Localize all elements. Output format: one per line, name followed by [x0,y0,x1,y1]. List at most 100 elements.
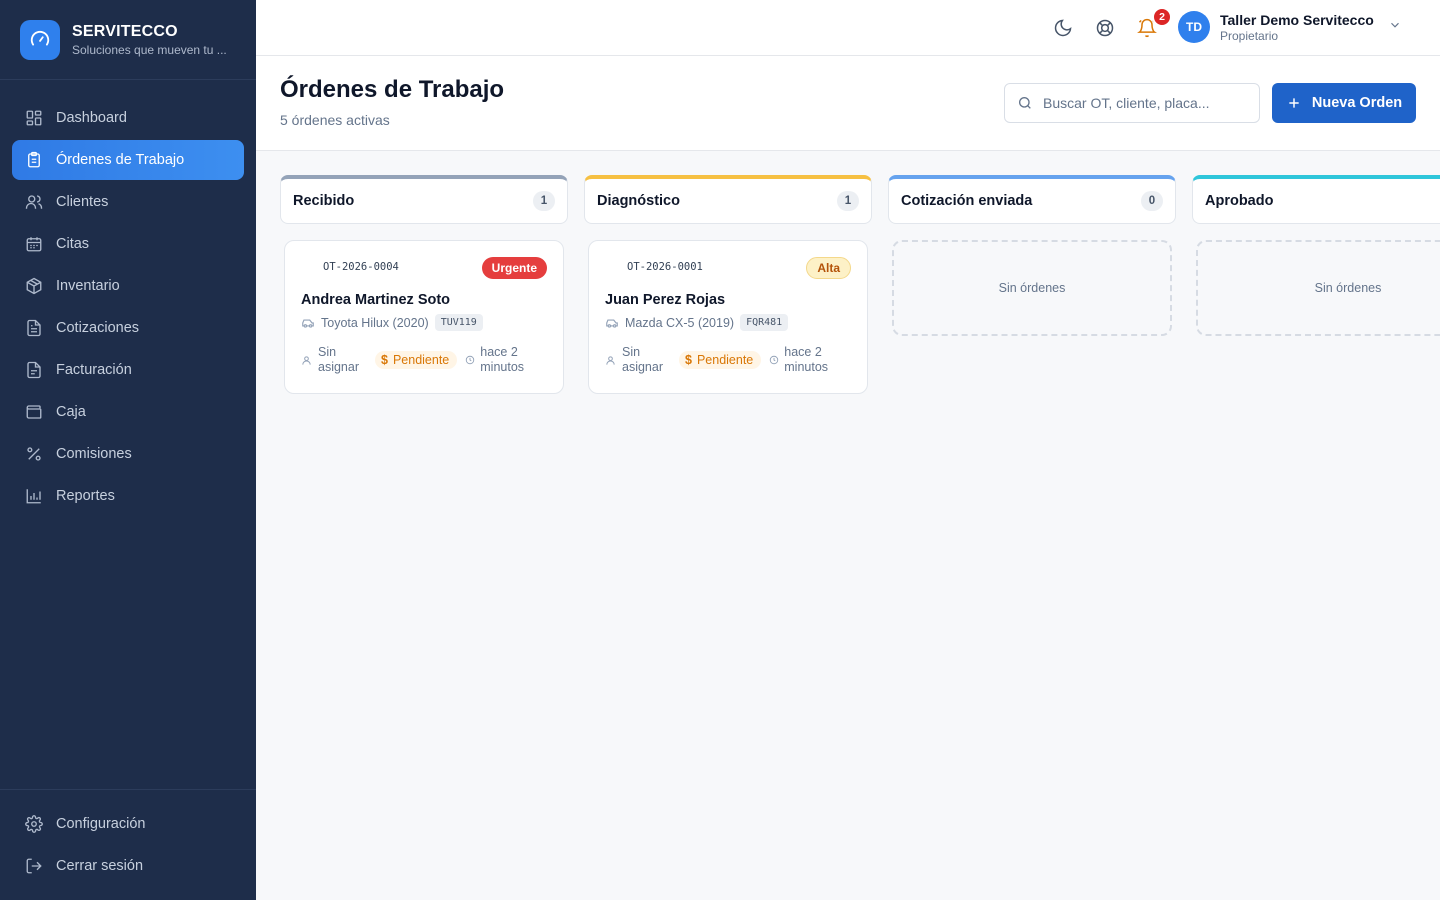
new-order-button[interactable]: Nueva Orden [1272,83,1416,123]
column-cotizacion-enviada: Cotización enviada 0 Sin órdenes [888,175,1176,336]
package-icon [24,276,44,296]
page-header: Órdenes de Trabajo 5 órdenes activas Nue… [256,56,1440,151]
sidebar-item-cotizaciones[interactable]: Cotizaciones [12,308,244,348]
client-name: Andrea Martinez Soto [301,292,451,308]
order-card[interactable]: OT-2026-0004 Urgente Andrea Martinez Sot… [284,240,564,394]
sidebar-item-label: Clientes [56,194,109,210]
sidebar-item-label: Comisiones [56,446,132,462]
search-input[interactable] [1043,95,1243,111]
sidebar-item-configuracion[interactable]: Configuración [12,804,244,844]
payment-status-badge: $ Pendiente [375,351,458,369]
sidebar-item-label: Órdenes de Trabajo [56,152,185,168]
column-header: Diagnóstico 1 [584,175,872,224]
sidebar-item-label: Citas [56,236,90,252]
search-box[interactable] [1004,83,1260,123]
payment-status: Pendiente [696,353,754,367]
sidebar-item-label: Facturación [56,362,132,378]
sidebar-bottom: Configuración Cerrar sesión [0,789,256,888]
page-subtitle: 5 órdenes activas [280,112,390,128]
column-count: 1 [533,191,555,211]
user-menu[interactable]: TD Taller Demo Servitecco Propietario [1178,11,1402,43]
bell-icon[interactable]: 2 [1135,7,1172,40]
sidebar-item-reportes[interactable]: Reportes [12,476,244,516]
plate-badge: FQR481 [740,314,789,331]
sidebar-item-label: Dashboard [56,110,127,126]
brand-name: SERVITECCO [72,22,178,40]
page-title: Órdenes de Trabajo [280,76,505,103]
brand[interactable]: SERVITECCO Soluciones que mueven tu ... [0,0,256,80]
user-icon [301,355,312,366]
sidebar: SERVITECCO Soluciones que mueven tu ... … [0,0,256,900]
column-count: 0 [1141,191,1163,211]
vehicle-name: Mazda CX-5 (2019) [625,315,735,330]
column-header: Recibido 1 [280,175,568,224]
clipboard-icon [24,150,44,170]
users-icon [24,192,44,212]
new-order-label: Nueva Orden [1311,95,1403,111]
kanban-board: Recibido 1 OT-2026-0004 Urgente Andrea M… [256,151,1440,900]
column-title: Recibido [293,193,355,209]
sidebar-item-label: Reportes [56,488,115,504]
column-count: 1 [837,191,859,211]
column-diagnostico: Diagnóstico 1 OT-2026-0001 Alta Juan Per… [584,175,872,394]
column-header: Aprobado [1192,175,1440,224]
dollar-icon: $ [685,353,692,367]
help-lifebuoy-icon[interactable] [1093,16,1117,40]
sidebar-item-label: Caja [56,404,86,420]
plate-badge: TUV119 [434,314,483,331]
user-icon [605,355,616,366]
speedometer-icon [20,19,60,60]
vehicle-info: Mazda CX-5 (2019) FQR481 [605,314,789,331]
assignee-text: Sin asignar [622,345,663,374]
sidebar-item-ordenes[interactable]: Órdenes de Trabajo [12,140,244,180]
sidebar-item-comisiones[interactable]: Comisiones [12,434,244,474]
order-code: OT-2026-0004 [323,261,399,273]
card-meta: Sin asignar $ Pendiente hace 2 minutos [605,345,840,375]
sidebar-nav: Dashboard Órdenes de Trabajo Clientes Ci… [0,80,256,516]
sidebar-item-facturacion[interactable]: Facturación [12,350,244,390]
order-card[interactable]: OT-2026-0001 Alta Juan Perez Rojas Mazda… [588,240,868,394]
empty-column-placeholder: Sin órdenes [892,240,1172,336]
dollar-icon: $ [381,353,388,367]
avatar: TD [1178,11,1210,43]
car-icon [605,316,619,330]
user-name: Taller Demo Servitecco [1220,11,1374,28]
user-role: Propietario [1220,28,1279,43]
sidebar-item-cerrar-sesion[interactable]: Cerrar sesión [12,846,244,886]
plus-icon [1286,95,1302,111]
bar-chart-icon [24,486,44,506]
sidebar-item-dashboard[interactable]: Dashboard [12,98,244,138]
client-name: Juan Perez Rojas [605,292,726,308]
assignee: Sin asignar [605,345,677,375]
column-title: Aprobado [1205,193,1274,209]
sidebar-item-citas[interactable]: Citas [12,224,244,264]
notification-count-badge: 2 [1152,7,1172,27]
percent-icon [24,444,44,464]
sidebar-item-label: Configuración [56,816,146,832]
elapsed-time: hace 2 minutos [465,345,536,375]
clock-icon [769,355,779,365]
wallet-icon [24,402,44,422]
priority-badge: Urgente [481,257,547,279]
order-code: OT-2026-0001 [627,261,703,273]
gear-icon [24,814,44,834]
column-title: Diagnóstico [597,193,680,209]
search-icon [1017,95,1033,111]
vehicle-name: Toyota Hilux (2020) [321,315,429,330]
sidebar-item-caja[interactable]: Caja [12,392,244,432]
sidebar-item-label: Cotizaciones [56,320,140,336]
topbar: 2 TD Taller Demo Servitecco Propietario [256,0,1440,56]
priority-badge: Alta [806,257,851,279]
logout-icon [24,856,44,876]
document-icon [24,318,44,338]
sidebar-item-clientes[interactable]: Clientes [12,182,244,222]
elapsed-time-text: hace 2 minutos [480,345,525,374]
sidebar-item-inventario[interactable]: Inventario [12,266,244,306]
card-meta: Sin asignar $ Pendiente hace 2 minutos [301,345,536,375]
column-aprobado: Aprobado Sin órdenes [1192,175,1440,336]
clock-icon [465,355,475,365]
payment-status-badge: $ Pendiente [679,351,762,369]
car-icon [301,316,315,330]
elapsed-time-text: hace 2 minutos [784,345,829,374]
dark-mode-moon-icon[interactable] [1051,16,1075,40]
